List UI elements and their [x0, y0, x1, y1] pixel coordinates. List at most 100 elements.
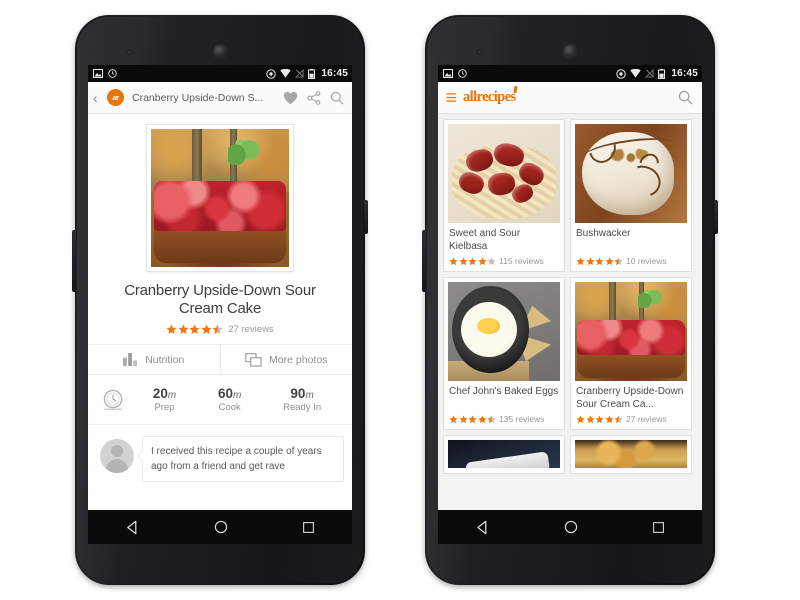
star-icon	[458, 414, 468, 423]
nutrition-label: Nutrition	[145, 353, 185, 366]
screen-right: 16:45 allrecipes Sweet and Sour Kielbasa…	[438, 65, 702, 510]
star-icon	[449, 414, 458, 423]
screenshot-icon	[443, 69, 453, 78]
card-mint-garnish	[637, 289, 663, 308]
location-icon	[266, 68, 277, 79]
power-button[interactable]	[364, 200, 368, 234]
volume-button[interactable]	[422, 230, 426, 292]
status-bar-clock: 16:45	[671, 68, 698, 79]
star-icon	[585, 256, 595, 265]
power-button[interactable]	[714, 200, 718, 234]
app-bar-left: ‹ ar Cranberry Upside-Down S...	[88, 82, 352, 114]
recipe-card[interactable]: Bushwacker 10 reviews	[570, 119, 692, 272]
star-icon	[595, 414, 604, 423]
recipe-rating-row: 27 reviews	[88, 317, 352, 344]
recipe-card-image	[575, 124, 687, 223]
star-icon	[585, 414, 595, 423]
back-chevron-icon[interactable]: ‹	[93, 91, 101, 105]
star-rating	[449, 256, 496, 266]
front-camera-icon	[213, 45, 227, 58]
star-icon	[576, 414, 585, 423]
star-rating	[576, 414, 623, 424]
recipe-grid[interactable]: Sweet and Sour Kielbasa 115 reviews Bush…	[438, 114, 702, 510]
star-icon	[477, 256, 487, 265]
star-icon	[201, 324, 212, 335]
recipe-detail-body: Cranberry Upside-Down Sour Cream Cake 27…	[88, 114, 352, 510]
prep-value: 20m	[152, 386, 177, 402]
android-nav-bar-right	[438, 510, 702, 544]
recipe-card-partial[interactable]	[570, 435, 692, 474]
star-icon	[604, 256, 614, 265]
status-bar-right-icons: 16:45	[616, 68, 698, 79]
heart-icon[interactable]	[283, 91, 298, 105]
star-icon	[487, 256, 496, 265]
battery-icon	[308, 68, 316, 79]
nav-recents-icon[interactable]	[302, 521, 315, 534]
reviews-count: 27 reviews	[626, 414, 667, 424]
star-icon	[449, 256, 458, 265]
volume-button[interactable]	[72, 230, 76, 292]
recipe-hero-image	[151, 129, 289, 267]
prep-label: Prep	[154, 402, 175, 414]
ready-in-label: Ready In	[283, 402, 322, 414]
recipe-card[interactable]: Sweet and Sour Kielbasa 115 reviews	[443, 119, 565, 272]
more-photos-button[interactable]: More photos	[219, 345, 353, 375]
hamburger-menu-icon[interactable]	[446, 92, 457, 103]
recipe-card[interactable]: Cranberry Upside-Down Sour Cream Ca... 2…	[570, 277, 692, 430]
hero-mint-garnish	[228, 140, 259, 165]
star-icon	[468, 414, 477, 423]
nav-back-icon[interactable]	[475, 520, 490, 535]
recipe-hero-frame[interactable]	[146, 124, 294, 272]
alarm-icon	[108, 69, 117, 78]
phone-device-right: 16:45 allrecipes Sweet and Sour Kielbasa…	[422, 15, 718, 585]
star-rating[interactable]	[166, 324, 223, 335]
time-cell-cook: 60m Cook	[218, 386, 241, 413]
allrecipes-logo-badge[interactable]: ar	[107, 89, 124, 106]
status-bar-left-icons	[443, 69, 467, 78]
card-plate	[464, 451, 550, 468]
status-bar-left-icons	[93, 69, 117, 78]
recipe-card-rating: 10 reviews	[576, 256, 687, 266]
recipe-card-image	[448, 124, 560, 223]
hero-cranberry-topping	[153, 181, 287, 232]
recipe-time-cells: 20m Prep 60m Cook 90m Ready In	[126, 386, 342, 413]
status-bar-right: 16:45	[438, 65, 702, 82]
status-bar-left: 16:45	[88, 65, 352, 82]
search-icon[interactable]	[678, 90, 693, 105]
star-icon	[614, 256, 623, 265]
recipe-card-partial[interactable]	[443, 435, 565, 474]
cook-label: Cook	[218, 402, 241, 414]
nav-recents-icon[interactable]	[652, 521, 665, 534]
recipe-card[interactable]: Chef John's Baked Eggs 135 reviews	[443, 277, 565, 430]
recipe-card-title: Sweet and Sour Kielbasa	[449, 228, 521, 252]
review-item[interactable]: I received this recipe a couple of years…	[88, 425, 352, 483]
nav-home-icon[interactable]	[564, 520, 578, 534]
alarm-icon	[458, 69, 467, 78]
time-cell-prep: 20m Prep	[153, 386, 176, 413]
star-icon	[178, 324, 189, 335]
review-text: I received this recipe a couple of years…	[137, 436, 344, 483]
recipe-card-image	[575, 282, 687, 381]
front-camera-icon	[563, 45, 577, 58]
recipe-hero-wrap	[88, 114, 352, 278]
nav-back-icon[interactable]	[125, 520, 140, 535]
nutrition-button[interactable]: Nutrition	[88, 345, 220, 374]
star-icon	[595, 256, 604, 265]
recipe-title: Cranberry Upside-Down Sour Cream Cake	[124, 282, 316, 317]
recipe-card-rating: 27 reviews	[576, 414, 687, 424]
nav-home-icon[interactable]	[214, 520, 228, 534]
brand-wordmark[interactable]: allrecipes	[463, 89, 516, 106]
battery-icon	[658, 68, 666, 79]
android-nav-bar-left	[88, 510, 352, 544]
app-bar-right: allrecipes	[438, 82, 702, 114]
card-cranberry-topping	[577, 319, 685, 356]
signal-off-icon	[645, 69, 654, 78]
reviews-count: 27 reviews	[228, 324, 274, 336]
phone-device-left: 16:45 ‹ ar Cranberry Upside-Down S... Cr…	[72, 15, 368, 585]
share-icon[interactable]	[307, 90, 321, 105]
star-icon	[614, 414, 623, 423]
recipe-card-image	[448, 282, 560, 381]
star-icon	[487, 414, 496, 423]
search-icon[interactable]	[330, 91, 344, 105]
star-rating	[449, 414, 496, 424]
